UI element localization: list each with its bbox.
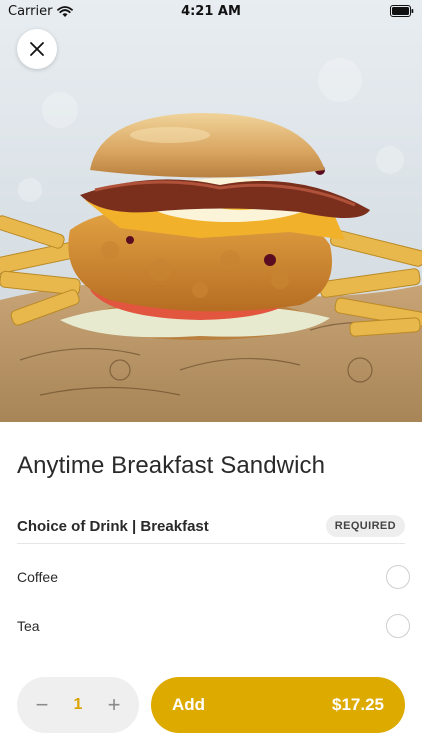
divider bbox=[17, 543, 405, 544]
option-coffee[interactable]: Coffee bbox=[17, 562, 410, 592]
sandwich-photo bbox=[0, 0, 422, 422]
status-time: 4:21 AM bbox=[181, 4, 241, 19]
status-bar: Carrier 4:21 AM bbox=[0, 0, 422, 22]
option-label: Tea bbox=[17, 618, 40, 634]
add-button-label: Add bbox=[172, 695, 206, 714]
quantity-value: 1 bbox=[73, 696, 83, 713]
close-button[interactable] bbox=[17, 29, 57, 69]
decrement-button[interactable]: − bbox=[31, 694, 53, 716]
add-button-price: $17.25 bbox=[332, 695, 384, 714]
required-badge: REQUIRED bbox=[325, 515, 405, 537]
add-to-cart-button[interactable]: Add $17.25 bbox=[151, 677, 405, 733]
quantity-stepper: − 1 + bbox=[17, 677, 139, 733]
item-title: Anytime Breakfast Sandwich bbox=[17, 452, 326, 479]
option-label: Coffee bbox=[17, 569, 58, 585]
radio-button[interactable] bbox=[386, 614, 410, 638]
radio-button[interactable] bbox=[386, 565, 410, 589]
battery-icon bbox=[390, 5, 414, 17]
option-tea[interactable]: Tea bbox=[17, 611, 410, 641]
option-group-title: Choice of Drink | Breakfast bbox=[17, 517, 209, 535]
option-group-header: Choice of Drink | Breakfast REQUIRED bbox=[17, 512, 405, 540]
increment-button[interactable]: + bbox=[103, 694, 125, 716]
hero-image bbox=[0, 0, 422, 422]
close-icon bbox=[30, 42, 44, 56]
